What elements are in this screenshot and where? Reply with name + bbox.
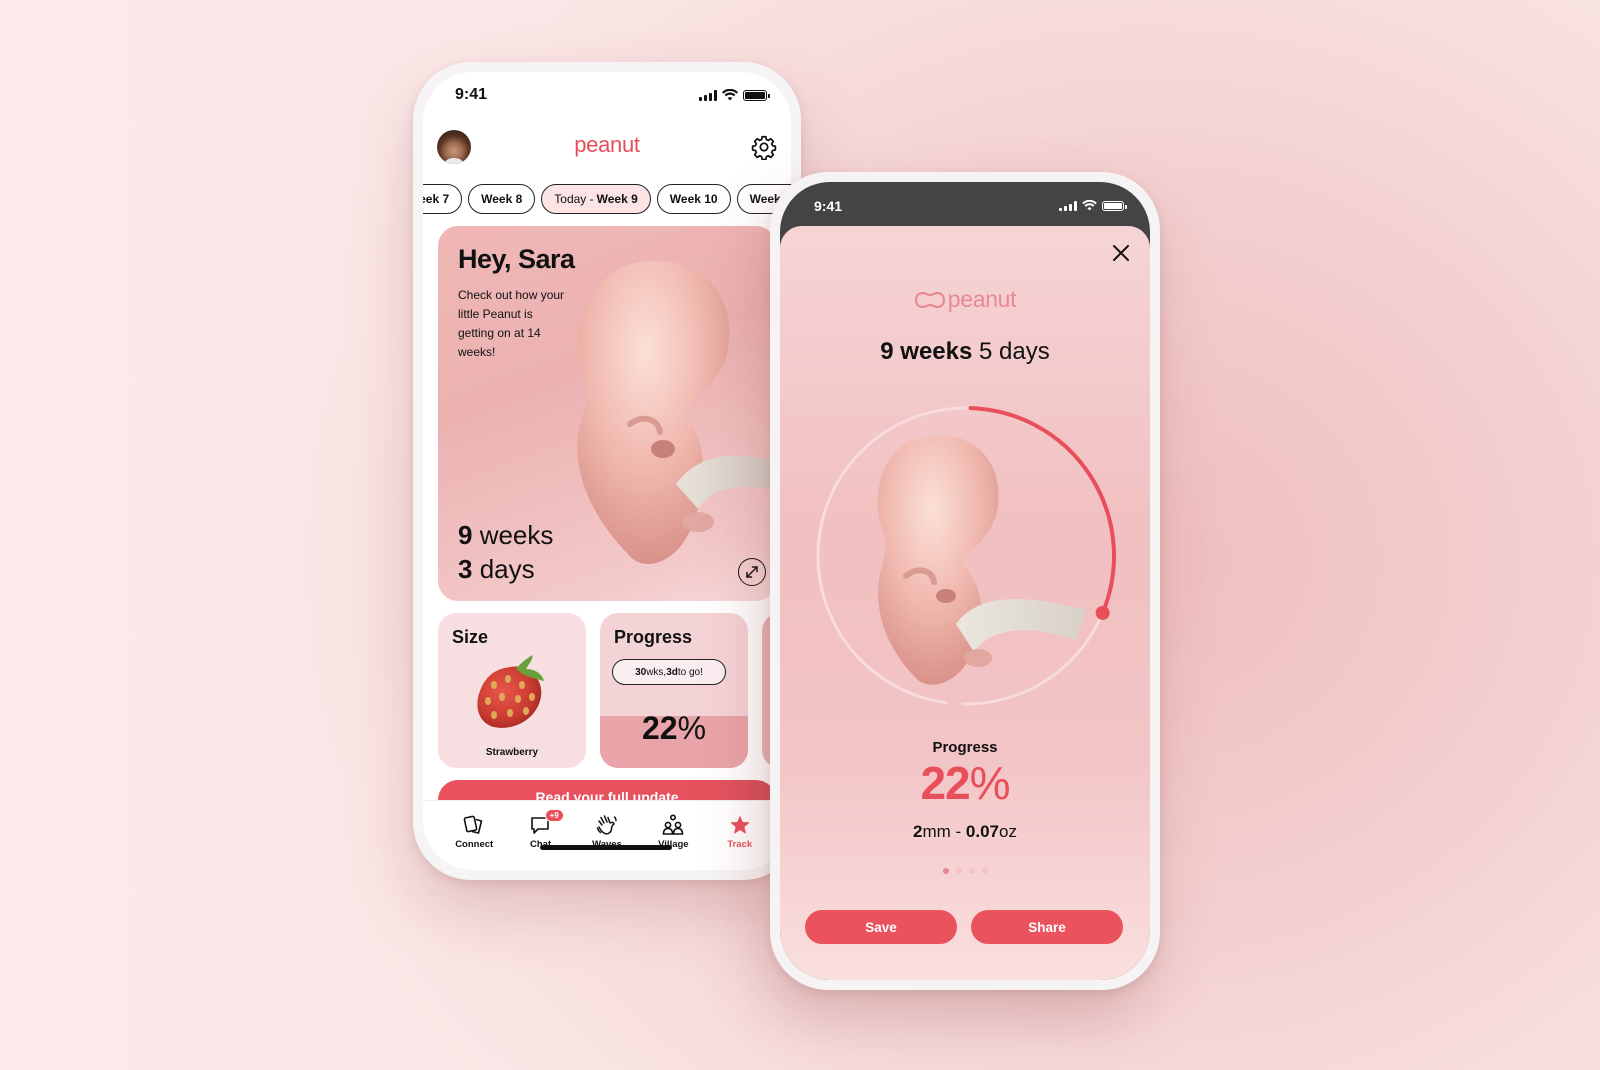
cards-icon xyxy=(463,815,483,834)
bottom-tab-bar: Connect +9 Chat Waves xyxy=(423,800,791,870)
page-dot[interactable] xyxy=(968,868,975,874)
remaining-time-pill: 30 wks, 3d to go! xyxy=(612,659,726,685)
progress-percent-sign: % xyxy=(969,757,1011,809)
expand-button[interactable] xyxy=(738,558,766,586)
cellular-signal-icon xyxy=(1059,200,1077,211)
progress-card[interactable]: Progress 30 wks, 3d to go! 22% xyxy=(600,613,748,768)
days-number: 3 xyxy=(458,554,473,584)
tab-chat[interactable]: +9 Chat xyxy=(513,801,569,870)
peanut-logo: peanut xyxy=(780,286,1150,313)
peanut-logo-text: peanut xyxy=(947,286,1017,312)
remaining-suffix: to go! xyxy=(677,666,703,678)
battery-icon xyxy=(1102,200,1127,211)
home-indicator[interactable] xyxy=(540,845,672,850)
tab-connect[interactable]: Connect xyxy=(446,801,502,870)
status-icons xyxy=(1059,200,1127,211)
tab-waves[interactable]: Waves xyxy=(579,801,635,870)
remaining-days: 3d xyxy=(666,666,678,678)
gear-icon[interactable] xyxy=(751,134,777,160)
status-bar: 9:41 xyxy=(423,72,791,120)
days-text: 5 days xyxy=(972,338,1050,365)
share-button[interactable]: Share xyxy=(971,910,1123,944)
week-tab[interactable]: Week 7 xyxy=(423,184,463,214)
page-indicator xyxy=(780,868,1150,874)
week-tab-active[interactable]: Today - Week 9 xyxy=(541,184,651,214)
remaining-weeks-unit: wks, xyxy=(646,666,667,678)
tab-label: Track xyxy=(727,839,753,850)
chat-badge: +9 xyxy=(544,809,564,822)
days-unit: days xyxy=(472,554,535,584)
peanut-logo: peanut xyxy=(574,132,640,157)
size-oz: 0.07 xyxy=(965,822,1000,841)
wifi-icon xyxy=(1082,200,1097,211)
summary-cards: Size Strawberry Progress 30 wks, 3d to g… xyxy=(438,613,782,768)
tab-track[interactable]: Track xyxy=(712,801,768,870)
progress-value: 22% xyxy=(780,756,1150,810)
progress-percent: 22% xyxy=(600,710,748,747)
progress-number: 22 xyxy=(920,757,970,809)
phone-home-frame: 9:41 peanut Week 7 Week 8 Today -Week 9 … xyxy=(413,62,801,880)
week-selector: Week 7 Week 8 Today -Week 9 Week 10 Week… xyxy=(423,184,791,214)
week-tab[interactable]: Week 10 xyxy=(656,184,731,214)
size-measurement: 2mm - 0.07oz xyxy=(780,822,1150,842)
status-time: 9:41 xyxy=(814,198,843,214)
greeting-title: Hey, Sara xyxy=(458,244,575,274)
waving-hand-icon xyxy=(596,815,617,835)
weeks-number: 9 xyxy=(458,520,473,550)
people-group-icon xyxy=(663,814,684,835)
week-tab[interactable]: Week 8 xyxy=(468,184,536,214)
status-icons xyxy=(699,89,770,101)
status-time: 9:41 xyxy=(455,86,488,103)
close-icon[interactable] xyxy=(1110,242,1132,264)
remaining-weeks: 30 xyxy=(635,666,647,678)
greeting-message: Check out how your little Peanut is gett… xyxy=(458,288,565,359)
percent-sign: % xyxy=(677,710,707,746)
size-card-title: Size xyxy=(452,627,489,647)
weeks-unit: weeks xyxy=(472,520,554,550)
wifi-icon xyxy=(722,89,738,101)
progress-screen: 9:41 peanut 9 weeks 5 days Progress 22% … xyxy=(780,182,1150,980)
peanut-logo-icon xyxy=(914,291,945,308)
size-mm-unit: mm - xyxy=(922,822,966,841)
progress-label: Progress xyxy=(932,739,998,756)
tab-label: Connect xyxy=(455,839,494,850)
progress-sheet: peanut 9 weeks 5 days Progress 22% 2mm -… xyxy=(780,226,1150,980)
expand-icon xyxy=(746,566,758,578)
hero-card[interactable]: Hey, Sara Check out how your little Pean… xyxy=(438,226,776,601)
percent-value: 22 xyxy=(641,710,678,746)
embryo-illustration xyxy=(877,435,1086,685)
progress-ring-knob[interactable] xyxy=(1095,605,1110,620)
progress-ring xyxy=(816,406,1116,706)
pregnancy-duration: 9 weeks 5 days xyxy=(780,338,1150,366)
page-dot[interactable] xyxy=(955,868,962,874)
size-oz-unit: oz xyxy=(999,822,1017,841)
weeks-text: 9 weeks xyxy=(880,338,973,365)
save-button[interactable]: Save xyxy=(805,910,957,944)
progress-card-title: Progress xyxy=(614,627,693,647)
battery-icon xyxy=(743,89,770,101)
strawberry-icon xyxy=(477,655,544,728)
phone-progress-frame: 9:41 peanut 9 weeks 5 days Progress 22% … xyxy=(770,172,1160,990)
page-dot[interactable] xyxy=(981,868,988,874)
star-icon xyxy=(729,815,750,834)
status-bar: 9:41 xyxy=(780,182,1150,226)
pregnancy-duration: 9 weeks 3 days xyxy=(458,518,553,586)
fruit-name: Strawberry xyxy=(485,747,539,758)
tab-village[interactable]: Village xyxy=(645,801,701,870)
app-header: peanut xyxy=(423,122,791,172)
home-screen: 9:41 peanut Week 7 Week 8 Today -Week 9 … xyxy=(423,72,791,870)
page-dot[interactable] xyxy=(942,868,949,874)
embryo-illustration xyxy=(577,260,776,564)
size-card[interactable]: Size Strawberry xyxy=(438,613,586,768)
cellular-signal-icon xyxy=(699,89,717,101)
